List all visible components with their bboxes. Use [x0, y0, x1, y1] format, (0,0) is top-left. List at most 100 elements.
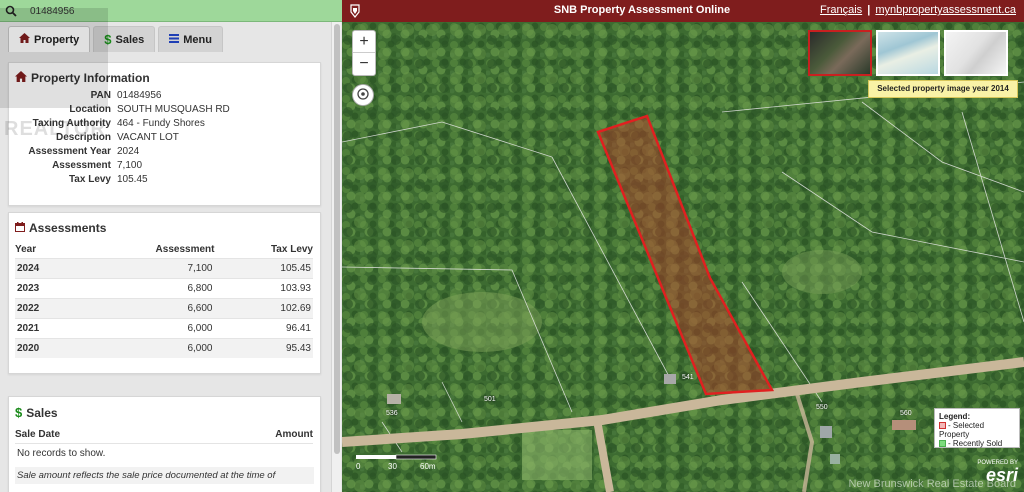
search-bar	[0, 0, 342, 22]
column-header-year: Year	[15, 244, 37, 255]
field-value: 2024	[117, 146, 140, 157]
cell-year: 2022	[15, 298, 77, 319]
property-info-title: Property Information	[15, 71, 314, 85]
lot-label: 560	[900, 410, 912, 417]
scale-tick-30: 30	[388, 462, 397, 471]
scale-tick-60: 60m	[420, 462, 436, 471]
scrollbar-thumb[interactable]	[334, 24, 340, 454]
field-label: Assessment	[52, 160, 111, 171]
assessments-card: Assessments Year Assessment Tax Levy 202…	[8, 212, 321, 374]
field-tax-levy: Tax Levy 105.45	[15, 173, 314, 187]
sales-title-text: Sales	[26, 405, 58, 420]
cell-tax-levy: 105.45	[214, 258, 313, 279]
cell-assessment: 6,000	[76, 338, 215, 358]
scale-tick-0: 0	[356, 462, 361, 471]
cell-year: 2020	[15, 338, 77, 358]
home-icon	[15, 71, 27, 85]
legend-swatch-selected	[939, 422, 946, 430]
field-value: SOUTH MUSQUASH RD	[117, 104, 230, 115]
imagery-thumbnails	[808, 30, 1008, 76]
field-label: PAN	[90, 90, 111, 101]
cell-assessment: 6,600	[76, 298, 215, 319]
zoom-in-button[interactable]: +	[353, 31, 375, 53]
tab-property[interactable]: Property	[8, 26, 91, 52]
thumbnail-aerial[interactable]	[808, 30, 872, 76]
dollar-icon: $	[104, 32, 112, 47]
tab-sales-label: Sales	[115, 33, 145, 46]
field-label: Description	[55, 132, 111, 143]
search-icon[interactable]	[0, 0, 22, 22]
tab-sales[interactable]: $ Sales	[93, 26, 156, 52]
field-description: Description VACANT LOT	[15, 131, 314, 145]
calendar-icon	[15, 221, 25, 235]
column-header-tax-levy: Tax Levy	[270, 244, 313, 255]
zoom-out-button[interactable]: −	[353, 53, 375, 75]
lot-label: 550	[816, 404, 828, 411]
home-icon	[19, 33, 30, 46]
dollar-icon: $	[15, 405, 23, 420]
cell-tax-levy: 102.69	[214, 298, 313, 319]
left-panel-scrollbar[interactable]	[331, 22, 341, 492]
tab-bar: Property $ Sales Menu	[8, 26, 226, 52]
zoom-control: + −	[352, 30, 376, 76]
field-label: Location	[69, 104, 111, 115]
empty-message: No records to show.	[15, 443, 313, 463]
column-header-assessment: Assessment	[155, 244, 215, 255]
tab-menu-label: Menu	[183, 33, 212, 46]
field-label: Assessment Year	[28, 146, 111, 157]
link-francais[interactable]: Français	[820, 4, 862, 16]
tab-property-label: Property	[34, 33, 80, 46]
cell-tax-levy: 95.43	[214, 338, 313, 358]
legend-title: Legend:	[939, 412, 971, 421]
legend-item-selected: - Selected Property	[939, 421, 1015, 439]
field-location: Location SOUTH MUSQUASH RD	[15, 103, 314, 117]
menu-icon	[169, 33, 180, 46]
sales-note: Sale amount reflects the sale price docu…	[15, 467, 314, 484]
cell-assessment: 7,100	[76, 258, 215, 279]
search-input[interactable]	[24, 2, 334, 20]
link-site[interactable]: mynbpropertyassessment.ca	[875, 4, 1016, 16]
map-view[interactable]: 541 501 536 550 560 + − Selected propert…	[342, 22, 1024, 492]
field-taxing-authority: Taxing Authority 464 - Fundy Shores	[15, 117, 314, 131]
property-info-card: Property Information PAN 01484956 Locatio…	[8, 62, 321, 206]
thumbnail-street[interactable]	[944, 30, 1008, 76]
locate-button[interactable]	[352, 84, 374, 106]
field-value: 464 - Fundy Shores	[117, 118, 205, 129]
legend-item-sold: - Recently Sold	[939, 439, 1015, 448]
link-separator: |	[867, 4, 871, 16]
image-year-label: Selected property image year 2014	[868, 80, 1018, 98]
field-pan: PAN 01484956	[15, 89, 314, 103]
header-links: Français | mynbpropertyassessment.ca	[820, 4, 1016, 16]
left-panel: Property $ Sales Menu Property Informati…	[0, 0, 342, 492]
field-assessment-year: Assessment Year 2024	[15, 145, 314, 159]
table-row: 2021 6,000 96.41	[15, 318, 313, 339]
cell-assessment: 6,800	[76, 278, 215, 299]
tab-menu[interactable]: Menu	[158, 26, 223, 52]
property-info-title-text: Property Information	[31, 71, 150, 85]
field-label: Taxing Authority	[32, 118, 111, 129]
table-row: No records to show.	[15, 443, 313, 463]
cell-year: 2023	[15, 278, 77, 299]
cell-year: 2024	[15, 258, 77, 279]
watermark-nbreb: New Brunswick Real Estate Board	[848, 478, 1016, 490]
locate-icon	[356, 87, 370, 104]
assessments-title-text: Assessments	[29, 221, 107, 235]
app-header: SNB Property Assessment Online Français …	[342, 0, 1024, 22]
table-header-row: Sale Date Amount	[15, 426, 313, 444]
field-value: 105.45	[117, 174, 148, 185]
lot-label: 541	[682, 374, 694, 381]
column-header-sale-date: Sale Date	[15, 429, 61, 440]
lot-label: 536	[386, 410, 398, 417]
map-legend: Legend: - Selected Property - Recently S…	[934, 408, 1020, 448]
field-assessment: Assessment 7,100	[15, 159, 314, 173]
lot-label: 501	[484, 396, 496, 403]
cell-tax-levy: 96.41	[214, 318, 313, 339]
field-value: VACANT LOT	[117, 132, 179, 143]
column-header-amount: Amount	[275, 429, 313, 440]
thumbnail-topographic[interactable]	[876, 30, 940, 76]
cell-tax-levy: 103.93	[214, 278, 313, 299]
cell-year: 2021	[15, 318, 77, 339]
legend-label-sold: - Recently Sold	[948, 439, 1003, 448]
sales-title: $ Sales	[15, 405, 314, 420]
legend-swatch-sold	[939, 440, 946, 448]
